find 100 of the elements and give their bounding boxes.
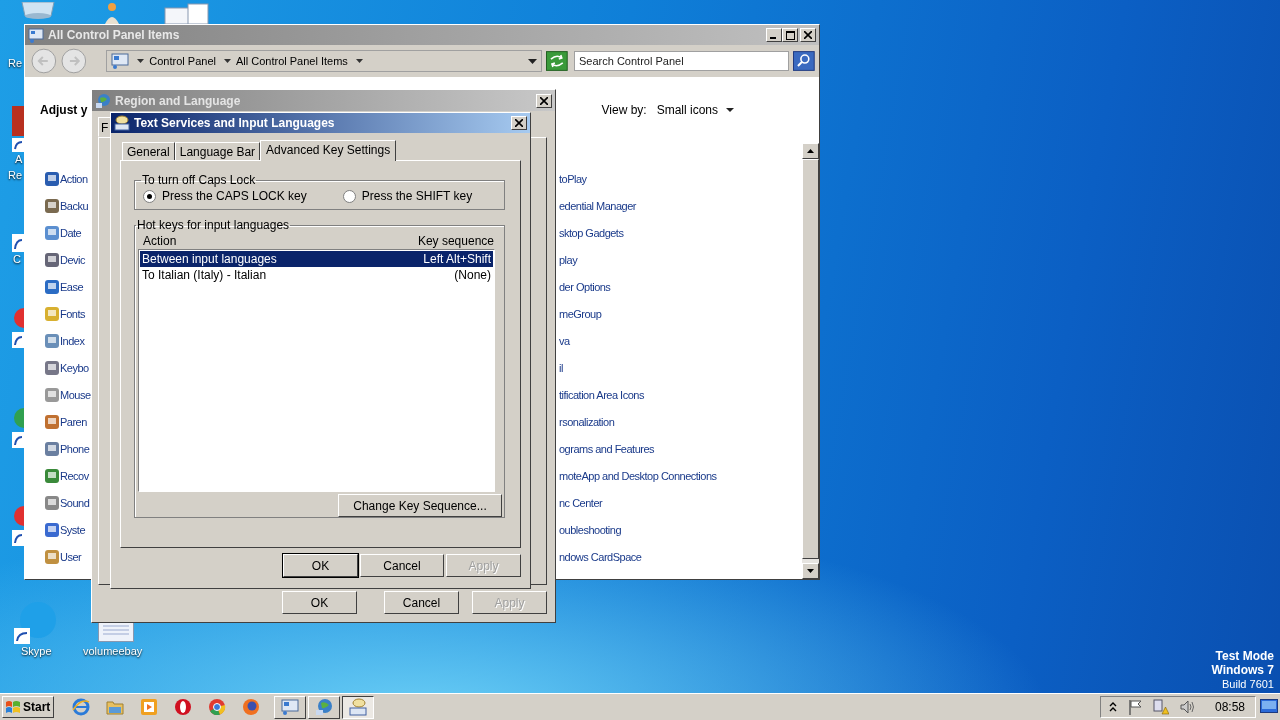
applet-link[interactable]: Backu [60,199,89,212]
change-key-sequence-button[interactable]: Change Key Sequence... [338,494,502,517]
caret-icon[interactable] [137,59,145,63]
address-bar[interactable]: Control Panel All Control Panel Items [106,50,543,72]
applet-link[interactable]: Syste [60,523,85,536]
applet-link[interactable]: Devic [60,253,85,266]
applet-link[interactable]: Action [60,172,88,185]
applet-link[interactable]: meGroup [559,307,602,320]
applet-link[interactable]: Ease [60,280,84,293]
shortcut-icon[interactable] [12,406,24,448]
dialog-button[interactable]: Cancel [384,591,459,614]
shortcut-icon[interactable] [12,306,24,348]
globe-taskbar-button[interactable] [308,695,340,719]
arrow-down-icon[interactable] [807,569,814,573]
breadcrumb-item[interactable]: All Control Panel Items [235,55,348,67]
caret-icon[interactable] [355,59,363,63]
applet-icon[interactable] [44,494,60,511]
maximize-button[interactable] [782,28,798,42]
speaker-icon[interactable] [1179,699,1196,715]
keyboard-taskbar-button[interactable] [342,695,374,719]
flag-icon[interactable] [1127,699,1142,715]
applet-icon[interactable] [44,359,60,376]
search-button[interactable] [793,51,815,71]
action-text: To Italian (Italy) - Italian [142,268,267,282]
applet-link[interactable]: Recov [60,469,89,482]
dropdown-icon[interactable] [528,58,538,64]
applet-link[interactable]: Mouse [60,388,91,401]
globe-icon [315,698,333,716]
dialog-button[interactable]: OK [283,554,358,577]
show-desktop-icon[interactable] [1260,699,1278,715]
browser-e-icon[interactable] [72,698,90,716]
applet-link[interactable]: der Options [559,280,611,293]
chrome-icon[interactable] [208,698,226,716]
arrow-up-icon[interactable] [807,149,814,153]
applet-icon[interactable] [44,413,60,430]
applet-icon[interactable] [44,224,60,241]
applet-link[interactable]: Phone [60,442,90,455]
applet-icon[interactable] [44,251,60,268]
applet-link[interactable]: ndows CardSpace [559,550,642,563]
chevron-up-icon[interactable] [1108,702,1117,712]
applet-icon[interactable] [44,521,60,538]
applet-icon[interactable] [44,467,60,484]
applet-icon[interactable] [44,548,60,565]
applet-link[interactable]: rsonalization [559,415,615,428]
applet-link[interactable]: tification Area Icons [559,388,644,401]
radio-label[interactable]: Press the CAPS LOCK key [162,189,307,203]
breadcrumb-item[interactable]: Control Panel [149,55,216,67]
shortcut-icon[interactable] [12,106,24,152]
applet-link[interactable]: play [559,253,578,266]
applet-link[interactable]: il [559,361,563,374]
applet-link[interactable]: Fonts [60,307,85,320]
view-by-dropdown[interactable]: Small icons [656,103,734,117]
applet-link[interactable]: toPlay [559,172,587,185]
applet-link[interactable]: Sound [60,496,90,509]
shortcut-icon[interactable] [12,234,24,252]
caret-icon[interactable] [223,59,231,63]
firefox-icon[interactable] [242,698,260,716]
dialog-button[interactable]: OK [282,591,357,614]
refresh-button[interactable] [546,51,568,71]
applet-icon[interactable] [44,440,60,457]
applet-link[interactable]: Keybo [60,361,89,374]
radio-button[interactable] [342,189,356,203]
tab[interactable]: Advanced Key Settings [260,140,397,161]
applet-icon[interactable] [44,332,60,349]
media-player-icon[interactable] [140,698,158,716]
control-panel-taskbar-button[interactable] [274,695,306,719]
applet-link[interactable]: ograms and Features [559,442,655,455]
list-row[interactable]: To Italian (Italy) - Italian (None) [140,267,493,283]
close-button[interactable] [536,93,552,108]
applet-link[interactable]: Index [60,334,85,347]
radio-button[interactable] [143,189,156,203]
applet-link[interactable]: oubleshooting [559,523,621,536]
applet-icon[interactable] [44,278,60,295]
dialog-button[interactable]: Cancel [360,554,444,577]
close-button[interactable] [511,116,527,130]
os-notice-text: Test Mode [1215,649,1274,663]
applet-link[interactable]: va [559,334,570,347]
applet-link[interactable]: User [60,550,82,563]
minimize-button[interactable] [766,28,782,42]
applet-icon[interactable] [44,170,60,187]
applet-link[interactable]: Paren [60,415,87,428]
applet-icon[interactable] [44,386,60,403]
applet-link[interactable]: moteApp and Desktop Connections [559,469,717,482]
applet-link[interactable]: nc Center [559,496,603,509]
tab[interactable]: Language Bar [174,142,261,160]
search-field[interactable]: Search Control Panel [574,51,790,71]
scrollbar[interactable] [802,143,819,579]
clock[interactable]: 08:58 [1214,700,1245,714]
applet-link[interactable]: Date [60,226,82,239]
applet-link[interactable]: edential Manager [559,199,636,212]
network-warning-icon[interactable] [1152,699,1169,715]
applet-icon[interactable] [44,197,60,214]
applet-link[interactable]: sktop Gadgets [559,226,624,239]
shortcut-icon[interactable] [12,504,24,546]
close-button[interactable] [800,28,816,42]
tab[interactable]: General [122,142,175,160]
list-row[interactable]: Between input languages Left Alt+Shift [140,251,493,267]
radio-label[interactable]: Press the SHIFT key [361,189,473,203]
start-button[interactable]: Start [2,696,54,718]
opera-icon[interactable] [174,698,192,716]
